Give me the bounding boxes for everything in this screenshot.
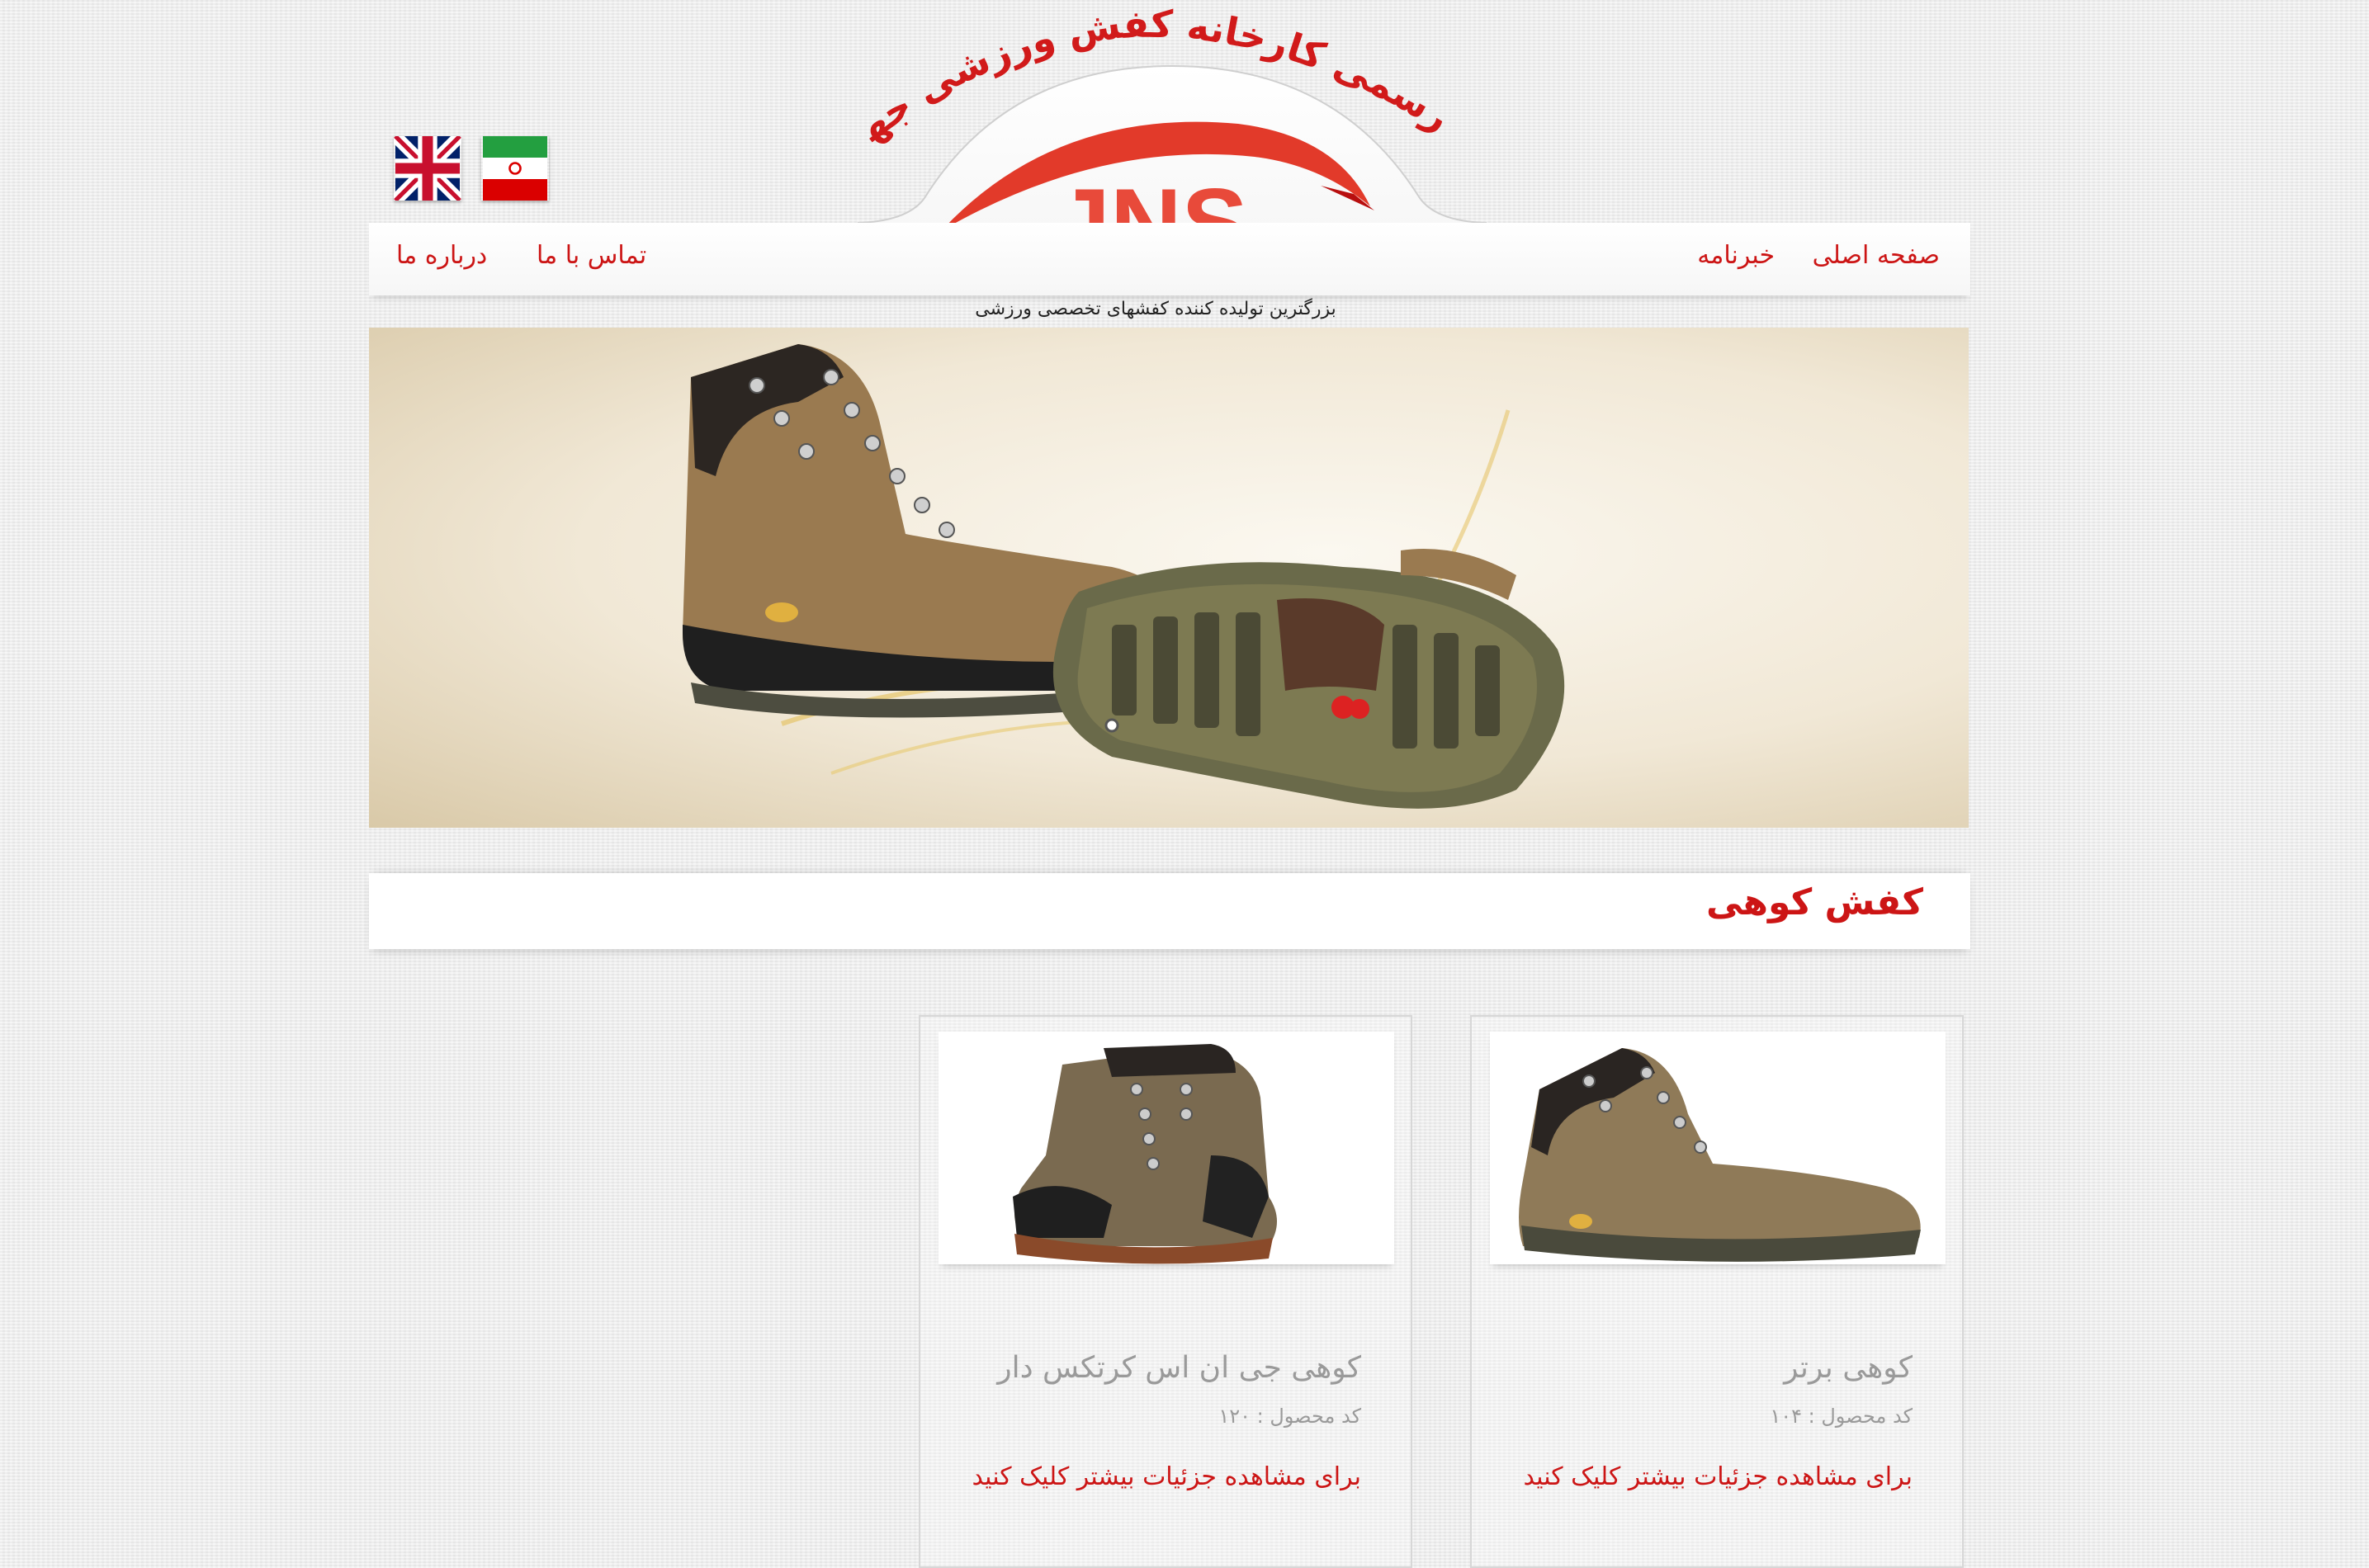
nav-newsletter[interactable]: خبرنامه	[1697, 241, 1775, 270]
nav-contact[interactable]: تماس با ما	[537, 241, 646, 270]
tagline: بزرگترین تولیده کننده کفشهای تخصصی ورزشی	[975, 299, 1336, 319]
product-details-link[interactable]: برای مشاهده جزئیات بیشتر کلیک کنید	[1523, 1462, 1913, 1491]
product-card[interactable]: کوهی برتر کد محصول : ۱۰۴ برای مشاهده جزئ…	[1470, 1015, 1964, 1568]
nav-home[interactable]: صفحه اصلی	[1813, 241, 1940, 270]
product-code: کد محصول : ۱۰۴	[1770, 1405, 1913, 1428]
product-name[interactable]: کوهی برتر	[1784, 1351, 1913, 1385]
iran-flag-icon[interactable]	[481, 136, 549, 201]
site-logo-arch[interactable]: سایت رسمی کارخانه کفش ورزشی جهاد نما JNS	[825, 0, 1519, 248]
category-title: کفش کوهی	[1706, 881, 1923, 923]
nav-about[interactable]: درباره ما	[396, 241, 487, 270]
product-image[interactable]	[1490, 1032, 1946, 1264]
product-details-link[interactable]: برای مشاهده جزئیات بیشتر کلیک کنید	[972, 1462, 1361, 1491]
english-flag-icon[interactable]	[394, 136, 461, 201]
slider-dot	[1104, 718, 1119, 733]
product-image[interactable]	[939, 1032, 1394, 1264]
banner-slider[interactable]	[369, 328, 1969, 828]
banner-boots-image	[683, 344, 1565, 809]
product-code: کد محصول : ۱۲۰	[1218, 1405, 1361, 1428]
product-card[interactable]: کوهی جی ان اس کرتکس دار کد محصول : ۱۲۰ ب…	[919, 1015, 1412, 1568]
product-name[interactable]: کوهی جی ان اس کرتکس دار	[997, 1351, 1361, 1385]
